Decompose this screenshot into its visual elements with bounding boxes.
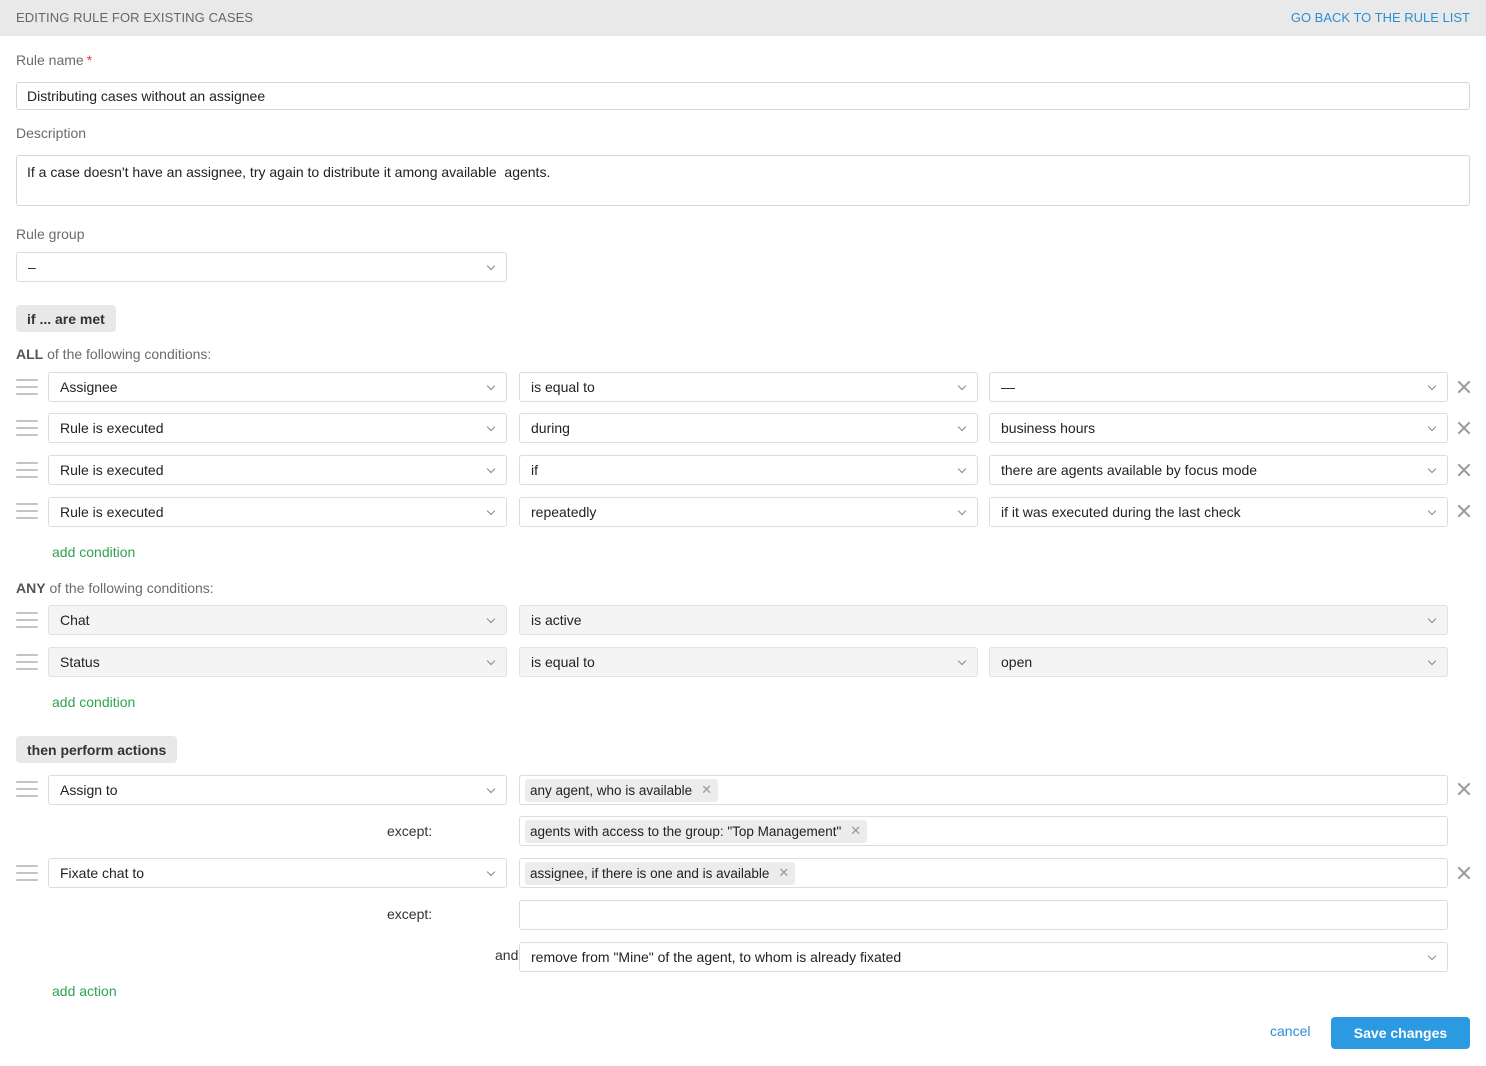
condition-value-select[interactable]: —	[989, 372, 1448, 402]
condition-field-select[interactable]: Rule is executed	[48, 413, 507, 443]
description-label: Description	[16, 125, 87, 141]
page-title: EDITING RULE FOR EXISTING CASES	[16, 10, 254, 25]
save-changes-button[interactable]: Save changes	[1331, 1017, 1470, 1049]
condition-operator-select[interactable]: is equal to	[519, 372, 978, 402]
chevron-down-icon	[486, 867, 496, 877]
condition-value-select[interactable]: business hours	[989, 413, 1448, 443]
cancel-button[interactable]: cancel	[1270, 1023, 1310, 1039]
drag-handle-icon[interactable]	[16, 865, 38, 881]
condition-field-select[interactable]: Status	[48, 647, 507, 677]
chevron-down-icon	[957, 656, 967, 666]
condition-field-select[interactable]: Rule is executed	[48, 497, 507, 527]
drag-handle-icon[interactable]	[16, 420, 38, 436]
chevron-down-icon	[1427, 381, 1437, 391]
chevron-down-icon	[486, 422, 496, 432]
chevron-down-icon	[1427, 464, 1437, 474]
chevron-down-icon	[1427, 506, 1437, 516]
target-tag: assignee, if there is one and is availab…	[525, 861, 796, 885]
chevron-down-icon	[486, 784, 496, 794]
chevron-down-icon	[1427, 422, 1437, 432]
rule-group-select[interactable]: –	[16, 252, 507, 282]
drag-handle-icon[interactable]	[16, 462, 38, 478]
remove-condition-icon[interactable]	[1457, 380, 1471, 394]
remove-condition-icon[interactable]	[1457, 463, 1471, 477]
condition-operator-select[interactable]: is equal to	[519, 647, 978, 677]
except-tag-input[interactable]	[519, 900, 1448, 930]
chevron-down-icon	[957, 506, 967, 516]
chevron-down-icon	[486, 381, 496, 391]
drag-handle-icon[interactable]	[16, 781, 38, 797]
remove-tag-icon[interactable]: ✕	[701, 782, 712, 798]
chevron-down-icon	[486, 261, 496, 271]
all-conditions-label: ALL of the following conditions:	[16, 346, 212, 362]
remove-condition-icon[interactable]	[1457, 504, 1471, 518]
condition-value-select[interactable]: there are agents available by focus mode	[989, 455, 1448, 485]
chevron-down-icon	[1427, 951, 1437, 961]
description-textarea[interactable]: If a case doesn't have an assignee, try …	[16, 155, 1470, 206]
remove-tag-icon[interactable]: ✕	[778, 865, 789, 881]
condition-field-select[interactable]: Chat	[48, 605, 507, 635]
chevron-down-icon	[486, 614, 496, 624]
except-tag: agents with access to the group: "Top Ma…	[525, 819, 868, 843]
condition-operator-select[interactable]: during	[519, 413, 978, 443]
chevron-down-icon	[486, 506, 496, 516]
target-tag: any agent, who is available ✕	[525, 778, 719, 802]
action-target-tag-input[interactable]: assignee, if there is one and is availab…	[519, 858, 1448, 888]
actions-section-badge: then perform actions	[16, 736, 178, 763]
condition-value-select[interactable]: if it was executed during the last check	[989, 497, 1448, 527]
rule-group-label: Rule group	[16, 226, 85, 242]
except-label: except:	[387, 823, 433, 839]
back-to-rule-list-link[interactable]: GO BACK TO THE RULE LIST	[1291, 10, 1470, 25]
chevron-down-icon	[1427, 614, 1437, 624]
drag-handle-icon[interactable]	[16, 503, 38, 519]
except-label: except:	[387, 906, 433, 922]
chevron-down-icon	[486, 464, 496, 474]
rule-name-label: Rule name *	[16, 52, 93, 68]
condition-value-select[interactable]: open	[989, 647, 1448, 677]
rule-name-input[interactable]: Distributing cases without an assignee	[16, 82, 1470, 110]
chevron-down-icon	[1427, 656, 1437, 666]
condition-operator-select[interactable]: repeatedly	[519, 497, 978, 527]
condition-operator-select[interactable]: is active	[519, 605, 1448, 635]
remove-action-icon[interactable]	[1457, 866, 1471, 880]
remove-tag-icon[interactable]: ✕	[850, 823, 861, 839]
chevron-down-icon	[957, 422, 967, 432]
drag-handle-icon[interactable]	[16, 379, 38, 395]
action-type-select[interactable]: Assign to	[48, 775, 507, 805]
chevron-down-icon	[957, 381, 967, 391]
required-mark: *	[86, 52, 93, 68]
conditions-section-badge: if ... are met	[16, 305, 116, 332]
any-conditions-label: ANY of the following conditions:	[16, 580, 214, 596]
remove-action-icon[interactable]	[1457, 782, 1471, 796]
condition-field-select[interactable]: Assignee	[48, 372, 507, 402]
action-type-select[interactable]: Fixate chat to	[48, 858, 507, 888]
page-header: EDITING RULE FOR EXISTING CASES GO BACK …	[0, 0, 1486, 36]
remove-condition-icon[interactable]	[1457, 421, 1471, 435]
condition-field-select[interactable]: Rule is executed	[48, 455, 507, 485]
chevron-down-icon	[957, 464, 967, 474]
chevron-down-icon	[486, 656, 496, 666]
action-target-tag-input[interactable]: any agent, who is available ✕	[519, 775, 1448, 805]
and-option-select[interactable]: remove from "Mine" of the agent, to whom…	[519, 942, 1448, 972]
add-action-link[interactable]: add action	[52, 983, 117, 999]
except-tag-input[interactable]: agents with access to the group: "Top Ma…	[519, 816, 1448, 846]
drag-handle-icon[interactable]	[16, 612, 38, 628]
and-label: and	[495, 947, 519, 963]
condition-operator-select[interactable]: if	[519, 455, 978, 485]
add-condition-any-link[interactable]: add condition	[52, 694, 135, 710]
add-condition-all-link[interactable]: add condition	[52, 544, 135, 560]
drag-handle-icon[interactable]	[16, 654, 38, 670]
